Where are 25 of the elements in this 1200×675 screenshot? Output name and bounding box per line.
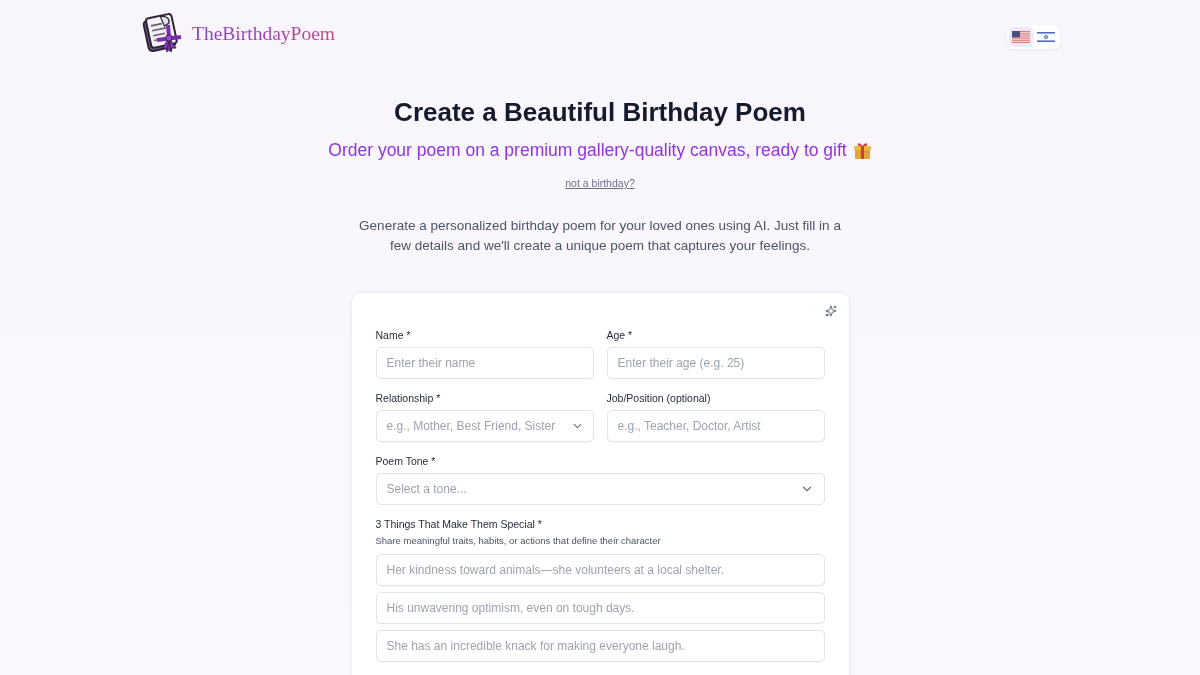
sparkles-button[interactable] [823,304,838,318]
field-label: Relationship * [375,391,442,405]
field-label: Age * [606,328,634,342]
input-field[interactable]: e.g., Teacher, Doctor, Artist [606,410,825,442]
input-field[interactable]: Enter their age (e.g. 25) [606,347,825,379]
intro-text: Generate a personalized birthday poem for your loved ones using AI. Just fill in a few details and we'll create a unique poem that captures your feelings. [358,217,842,255]
field-label: Name * [375,328,412,342]
page-title: Create a Beautiful Birthday Poem [394,96,806,128]
field-hint: Share meaningful traits, habits, or actions that define their character [375,534,662,547]
field-label: 3 Things That Make Them Special * [375,517,543,531]
gift-icon [852,140,872,160]
input-field[interactable]: Her kindness toward animals—she volunteers at a local shelter. [375,554,825,586]
language-button[interactable] [1009,27,1033,47]
select-field[interactable]: Select a tone... [375,473,825,505]
us-flag-icon [1012,31,1030,43]
sparkles-icon [824,305,837,317]
input-field[interactable]: e.g., Mother, Best Friend, Sister [375,410,594,442]
input-field[interactable]: She has an incredible knack for making everyone laugh. [375,630,825,662]
subtitle: Order your poem on a premium gallery-quality canvas, ready to gift [328,139,847,162]
field-label: Poem Tone * [375,454,437,468]
input-field[interactable]: His unwavering optimism, even on tough days. [375,592,825,624]
field-label: Job/Position (optional) [606,391,712,405]
not-birthday-link[interactable]: not a birthday? [565,176,635,190]
input-field[interactable]: Enter their name [375,347,594,379]
israel-flag-icon [1037,31,1055,43]
